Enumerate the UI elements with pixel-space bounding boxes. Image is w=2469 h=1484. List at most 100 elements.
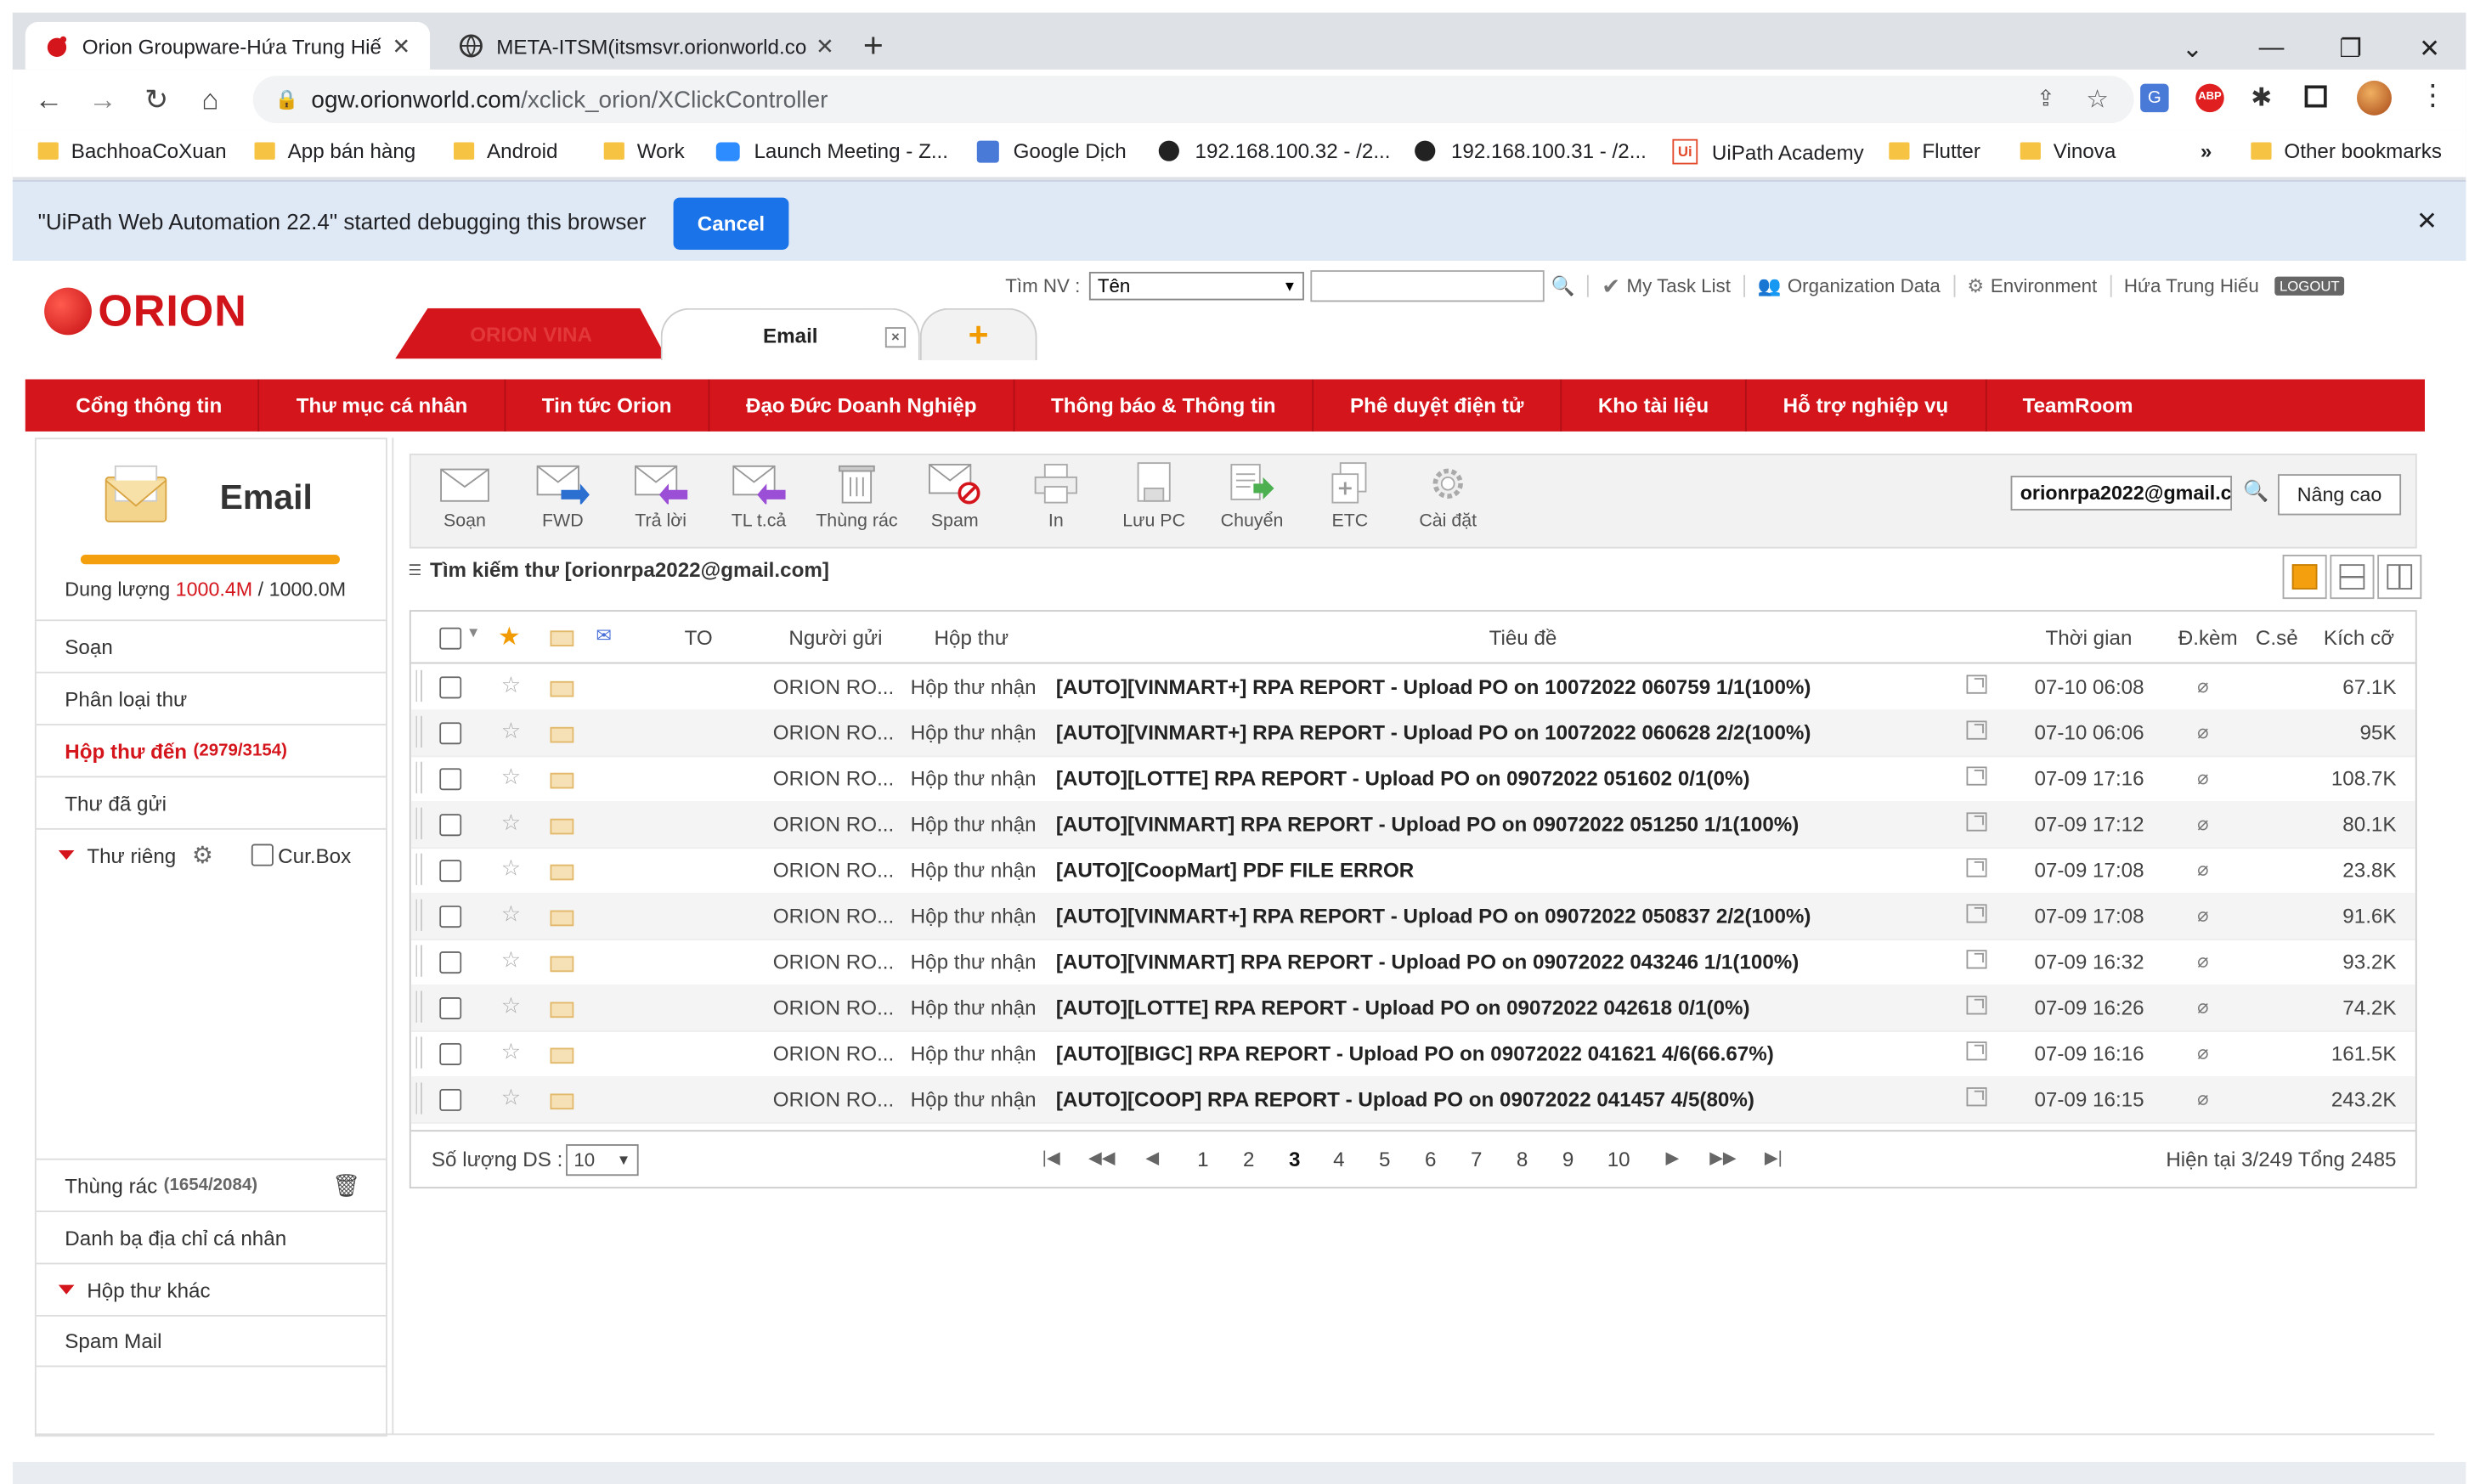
attachment-icon[interactable]: ⌀ xyxy=(2197,1041,2208,1064)
table-row[interactable]: ☆ ORION RO... Hộp thư nhận [AUTO][VINMART+]… xyxy=(410,893,2415,940)
browser-tab-itsm[interactable]: META-ITSM(itsmsvr.orionworld.com) ✕ xyxy=(439,22,844,70)
col-size[interactable]: Kích cỡ xyxy=(2324,626,2394,650)
col-box[interactable]: Hộp thư xyxy=(935,626,1009,650)
attachment-icon[interactable]: ⌀ xyxy=(2197,1087,2208,1109)
search-icon[interactable]: 🔍 xyxy=(2243,479,2268,505)
bookmark-work[interactable]: Work xyxy=(603,139,685,163)
view-vertical-split-button[interactable] xyxy=(2377,555,2422,600)
unread-envelope-icon[interactable] xyxy=(550,999,574,1023)
search-type-select[interactable]: Tên ▼ xyxy=(1089,272,1305,301)
unread-envelope-icon[interactable] xyxy=(550,907,574,931)
close-tab-icon[interactable]: × xyxy=(884,327,907,348)
gear-icon[interactable]: ⚙ xyxy=(192,841,213,870)
curbox-checkbox[interactable] xyxy=(251,844,274,866)
prev-block-icon[interactable]: ◀◀ xyxy=(1088,1148,1116,1168)
table-row[interactable]: ☆ ORION RO... Hộp thư nhận [AUTO][COOP] RPA… xyxy=(410,1076,2415,1124)
adblock-icon[interactable]: ABP xyxy=(2195,83,2224,113)
sender[interactable]: ORION RO... xyxy=(773,996,900,1019)
page-number-3[interactable]: 3 xyxy=(1280,1148,1308,1171)
sender[interactable]: ORION RO... xyxy=(773,1087,900,1111)
unread-envelope-icon[interactable] xyxy=(550,770,574,793)
nav-phe-duyet[interactable]: Phê duyệt điện tử xyxy=(1314,379,1562,432)
row-checkbox[interactable] xyxy=(439,996,462,1024)
row-checkbox[interactable] xyxy=(439,814,462,841)
row-checkbox[interactable] xyxy=(439,676,462,703)
subject[interactable]: [AUTO][VINMART] RPA REPORT - Upload PO o… xyxy=(1056,812,1941,836)
nav-thu-muc-ca-nhan[interactable]: Thư mục cá nhân xyxy=(260,379,506,432)
add-tab-button[interactable]: + xyxy=(919,308,1037,361)
attachment-icon[interactable]: ⌀ xyxy=(2197,950,2208,972)
settings-button[interactable]: Cài đặt xyxy=(1400,460,1495,531)
address-bar[interactable]: 🔒 ogw.orionworld.com /xclick_orion/XClic… xyxy=(252,76,2134,124)
star-icon[interactable]: ☆ xyxy=(501,718,521,745)
sidebar-item-private[interactable]: Thư riêng ⚙ Cur.Box xyxy=(36,827,386,880)
sender[interactable]: ORION RO... xyxy=(773,720,900,744)
star-icon[interactable]: ☆ xyxy=(501,810,521,837)
subject[interactable]: [AUTO][LOTTE] RPA REPORT - Upload PO on … xyxy=(1056,766,1941,790)
select-menu-chevron-icon[interactable]: ▼ xyxy=(466,624,481,640)
sidebar-item-sent[interactable]: Thư đã gửi xyxy=(36,776,386,828)
tab-orion-vina[interactable]: ORION VINA xyxy=(395,308,668,359)
back-icon[interactable]: ← xyxy=(31,82,66,117)
bookmark-star-icon[interactable]: ☆ xyxy=(2086,84,2109,116)
sidebar-item-trash[interactable]: Thùng rác (1654/2084) 🗑 xyxy=(36,1158,386,1210)
star-icon[interactable]: ☆ xyxy=(501,1084,521,1111)
cancel-debug-button[interactable]: Cancel xyxy=(673,197,789,250)
subject[interactable]: [AUTO][VINMART+] RPA REPORT - Upload PO … xyxy=(1056,674,1941,698)
drag-handle-icon[interactable] xyxy=(415,1036,426,1069)
page-number-7[interactable]: 7 xyxy=(1462,1148,1490,1171)
drag-handle-icon[interactable] xyxy=(415,1082,426,1114)
employee-search-input[interactable] xyxy=(1310,270,1545,302)
star-icon[interactable]: ☆ xyxy=(501,992,521,1019)
drag-handle-icon[interactable] xyxy=(415,899,426,931)
unread-envelope-icon[interactable] xyxy=(550,678,574,702)
my-task-list-link[interactable]: My Task List xyxy=(1627,275,1731,297)
subject[interactable]: [AUTO][COOP] RPA REPORT - Upload PO on 0… xyxy=(1056,1087,1941,1111)
col-sender[interactable]: Người gửi xyxy=(788,626,882,650)
close-tab-icon[interactable]: ✕ xyxy=(816,32,834,59)
col-subject[interactable]: Tiêu đề xyxy=(1489,626,1557,650)
home-icon[interactable]: ⌂ xyxy=(193,82,228,117)
row-checkbox[interactable] xyxy=(439,1088,462,1116)
popout-icon[interactable] xyxy=(1966,1087,1987,1111)
trash-icon[interactable]: 🗑 xyxy=(332,1172,360,1199)
move-button[interactable]: Chuyển xyxy=(1205,460,1300,531)
star-header-icon[interactable]: ★ xyxy=(498,621,521,652)
col-share[interactable]: C.sẻ xyxy=(2256,626,2298,650)
browser-menu-icon[interactable]: ⋮ xyxy=(2419,79,2447,112)
page-number-10[interactable]: 10 xyxy=(1600,1148,1638,1171)
nav-kho-tai-lieu[interactable]: Kho tài liệu xyxy=(1562,379,1747,432)
popout-icon[interactable] xyxy=(1966,1041,1987,1065)
sidebar-item-compose[interactable]: Soạn xyxy=(36,619,386,671)
drag-handle-icon[interactable] xyxy=(415,945,426,977)
logout-button[interactable]: LOGOUT xyxy=(2274,276,2345,296)
sender[interactable]: ORION RO... xyxy=(773,766,900,790)
next-page-icon[interactable]: ▶ xyxy=(1658,1148,1686,1168)
nav-dao-duc-doanh-nghiep[interactable]: Đạo Đức Doanh Nghiệp xyxy=(709,379,1015,432)
row-checkbox[interactable] xyxy=(439,768,462,795)
compose-button[interactable]: Soạn xyxy=(417,460,512,531)
unread-envelope-icon[interactable] xyxy=(550,815,574,839)
row-checkbox[interactable] xyxy=(439,1042,462,1070)
star-icon[interactable]: ☆ xyxy=(501,900,521,928)
nav-teamroom[interactable]: TeamRoom xyxy=(1986,380,2169,432)
bookmark-flutter[interactable]: Flutter xyxy=(1889,139,1980,163)
new-tab-button[interactable]: + xyxy=(863,22,901,70)
page-number-5[interactable]: 5 xyxy=(1370,1148,1398,1171)
unread-envelope-icon[interactable] xyxy=(550,1091,574,1114)
row-checkbox[interactable] xyxy=(439,860,462,887)
attachment-icon[interactable]: ⌀ xyxy=(2197,904,2208,926)
page-number-2[interactable]: 2 xyxy=(1234,1148,1263,1171)
sender[interactable]: ORION RO... xyxy=(773,950,900,973)
view-horizontal-split-button[interactable] xyxy=(2330,555,2375,600)
subject[interactable]: [AUTO][VINMART+] RPA REPORT - Upload PO … xyxy=(1056,904,1941,928)
drag-handle-icon[interactable] xyxy=(415,715,426,748)
bookmark-app-ban-hang[interactable]: App bán hàng xyxy=(254,139,415,163)
col-time[interactable]: Thời gian xyxy=(2045,626,2132,650)
attachment-icon[interactable]: ⌀ xyxy=(2197,674,2208,697)
forward-icon[interactable]: → xyxy=(85,82,120,117)
star-icon[interactable]: ☆ xyxy=(501,855,521,883)
popout-icon[interactable] xyxy=(1966,950,1987,973)
subject[interactable]: [AUTO][VINMART+] RPA REPORT - Upload PO … xyxy=(1056,720,1941,744)
drag-handle-icon[interactable] xyxy=(415,990,426,1023)
